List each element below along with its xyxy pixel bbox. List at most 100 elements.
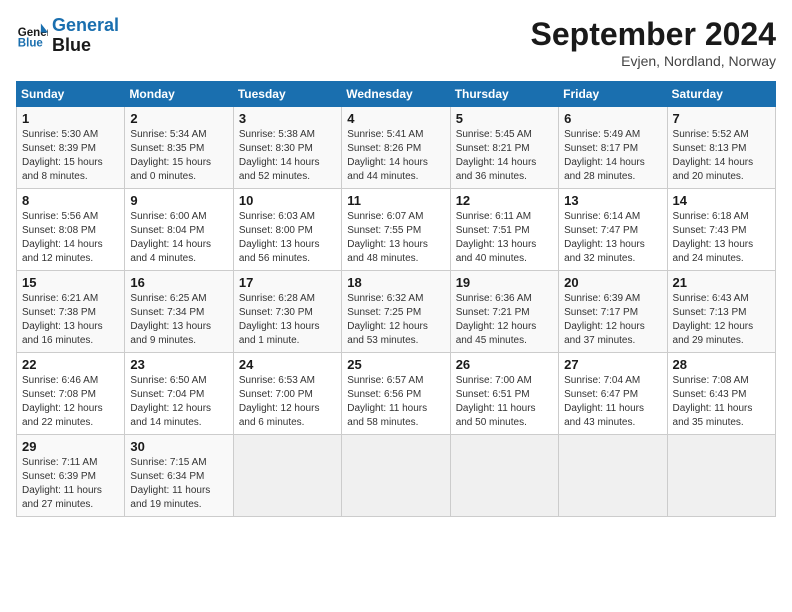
day-number: 25 bbox=[347, 357, 444, 372]
week-row-5: 29 Sunrise: 7:11 AM Sunset: 6:39 PM Dayli… bbox=[17, 435, 776, 517]
page-header: General Blue GeneralBlue September 2024 … bbox=[16, 16, 776, 69]
day-info: Sunrise: 6:03 AM Sunset: 8:00 PM Dayligh… bbox=[239, 210, 336, 266]
day-info: Sunrise: 5:45 AM Sunset: 8:21 PM Dayligh… bbox=[456, 128, 553, 184]
svg-text:Blue: Blue bbox=[18, 37, 44, 49]
day-number: 28 bbox=[673, 357, 770, 372]
day-number: 3 bbox=[239, 111, 336, 126]
day-info: Sunrise: 7:04 AM Sunset: 6:47 PM Dayligh… bbox=[564, 374, 661, 430]
day-cell: 9 Sunrise: 6:00 AM Sunset: 8:04 PM Daylig… bbox=[125, 189, 233, 271]
day-number: 8 bbox=[22, 193, 119, 208]
day-cell: 1 Sunrise: 5:30 AM Sunset: 8:39 PM Daylig… bbox=[17, 107, 125, 189]
day-cell: 19 Sunrise: 6:36 AM Sunset: 7:21 PM Dayli… bbox=[450, 271, 558, 353]
day-number: 26 bbox=[456, 357, 553, 372]
day-number: 16 bbox=[130, 275, 227, 290]
day-number: 24 bbox=[239, 357, 336, 372]
day-cell: 13 Sunrise: 6:14 AM Sunset: 7:47 PM Dayli… bbox=[559, 189, 667, 271]
day-info: Sunrise: 5:34 AM Sunset: 8:35 PM Dayligh… bbox=[130, 128, 227, 184]
day-number: 1 bbox=[22, 111, 119, 126]
day-info: Sunrise: 5:56 AM Sunset: 8:08 PM Dayligh… bbox=[22, 210, 119, 266]
day-cell bbox=[667, 435, 775, 517]
day-info: Sunrise: 5:52 AM Sunset: 8:13 PM Dayligh… bbox=[673, 128, 770, 184]
day-info: Sunrise: 5:30 AM Sunset: 8:39 PM Dayligh… bbox=[22, 128, 119, 184]
day-cell: 22Sunrise: 6:46 AM Sunset: 7:08 PM Dayli… bbox=[17, 353, 125, 435]
day-cell: 3 Sunrise: 5:38 AM Sunset: 8:30 PM Daylig… bbox=[233, 107, 341, 189]
day-info: Sunrise: 6:18 AM Sunset: 7:43 PM Dayligh… bbox=[673, 210, 770, 266]
day-info: Sunrise: 5:49 AM Sunset: 8:17 PM Dayligh… bbox=[564, 128, 661, 184]
col-header-thursday: Thursday bbox=[450, 82, 558, 107]
logo: General Blue GeneralBlue bbox=[16, 16, 119, 56]
day-info: Sunrise: 6:25 AM Sunset: 7:34 PM Dayligh… bbox=[130, 292, 227, 348]
day-info: Sunrise: 5:38 AM Sunset: 8:30 PM Dayligh… bbox=[239, 128, 336, 184]
day-info: Sunrise: 6:43 AM Sunset: 7:13 PM Dayligh… bbox=[673, 292, 770, 348]
day-cell bbox=[450, 435, 558, 517]
day-cell: 14Sunrise: 6:18 AM Sunset: 7:43 PM Dayli… bbox=[667, 189, 775, 271]
day-cell: 10 Sunrise: 6:03 AM Sunset: 8:00 PM Dayli… bbox=[233, 189, 341, 271]
day-number: 9 bbox=[130, 193, 227, 208]
day-cell: 17 Sunrise: 6:28 AM Sunset: 7:30 PM Dayli… bbox=[233, 271, 341, 353]
day-cell: 24Sunrise: 6:53 AM Sunset: 7:00 PM Dayli… bbox=[233, 353, 341, 435]
day-number: 20 bbox=[564, 275, 661, 290]
day-cell: 15 Sunrise: 6:21 AM Sunset: 7:38 PM Dayli… bbox=[17, 271, 125, 353]
day-info: Sunrise: 6:14 AM Sunset: 7:47 PM Dayligh… bbox=[564, 210, 661, 266]
day-cell bbox=[342, 435, 450, 517]
week-row-3: 15 Sunrise: 6:21 AM Sunset: 7:38 PM Dayli… bbox=[17, 271, 776, 353]
day-cell bbox=[559, 435, 667, 517]
day-info: Sunrise: 5:41 AM Sunset: 8:26 PM Dayligh… bbox=[347, 128, 444, 184]
col-header-wednesday: Wednesday bbox=[342, 82, 450, 107]
day-info: Sunrise: 6:21 AM Sunset: 7:38 PM Dayligh… bbox=[22, 292, 119, 348]
day-info: Sunrise: 6:11 AM Sunset: 7:51 PM Dayligh… bbox=[456, 210, 553, 266]
logo-text: GeneralBlue bbox=[52, 16, 119, 56]
day-cell: 4 Sunrise: 5:41 AM Sunset: 8:26 PM Daylig… bbox=[342, 107, 450, 189]
day-cell: 18Sunrise: 6:32 AM Sunset: 7:25 PM Dayli… bbox=[342, 271, 450, 353]
day-number: 15 bbox=[22, 275, 119, 290]
day-cell: 7Sunrise: 5:52 AM Sunset: 8:13 PM Daylig… bbox=[667, 107, 775, 189]
day-number: 29 bbox=[22, 439, 119, 454]
location-subtitle: Evjen, Nordland, Norway bbox=[531, 53, 776, 69]
day-cell: 29 Sunrise: 7:11 AM Sunset: 6:39 PM Dayli… bbox=[17, 435, 125, 517]
col-header-tuesday: Tuesday bbox=[233, 82, 341, 107]
logo-icon: General Blue bbox=[16, 20, 48, 52]
day-info: Sunrise: 6:07 AM Sunset: 7:55 PM Dayligh… bbox=[347, 210, 444, 266]
col-header-saturday: Saturday bbox=[667, 82, 775, 107]
day-number: 10 bbox=[239, 193, 336, 208]
day-cell: 26 Sunrise: 7:00 AM Sunset: 6:51 PM Dayli… bbox=[450, 353, 558, 435]
title-block: September 2024 Evjen, Nordland, Norway bbox=[531, 16, 776, 69]
day-cell: 25 Sunrise: 6:57 AM Sunset: 6:56 PM Dayli… bbox=[342, 353, 450, 435]
day-info: Sunrise: 7:11 AM Sunset: 6:39 PM Dayligh… bbox=[22, 456, 119, 512]
day-info: Sunrise: 6:36 AM Sunset: 7:21 PM Dayligh… bbox=[456, 292, 553, 348]
calendar-header: SundayMondayTuesdayWednesdayThursdayFrid… bbox=[17, 82, 776, 107]
day-info: Sunrise: 7:15 AM Sunset: 6:34 PM Dayligh… bbox=[130, 456, 227, 512]
week-row-1: 1 Sunrise: 5:30 AM Sunset: 8:39 PM Daylig… bbox=[17, 107, 776, 189]
day-info: Sunrise: 6:50 AM Sunset: 7:04 PM Dayligh… bbox=[130, 374, 227, 430]
day-number: 17 bbox=[239, 275, 336, 290]
day-number: 19 bbox=[456, 275, 553, 290]
day-cell: 23Sunrise: 6:50 AM Sunset: 7:04 PM Dayli… bbox=[125, 353, 233, 435]
day-info: Sunrise: 6:00 AM Sunset: 8:04 PM Dayligh… bbox=[130, 210, 227, 266]
day-info: Sunrise: 7:00 AM Sunset: 6:51 PM Dayligh… bbox=[456, 374, 553, 430]
day-cell: 6 Sunrise: 5:49 AM Sunset: 8:17 PM Daylig… bbox=[559, 107, 667, 189]
week-row-4: 22Sunrise: 6:46 AM Sunset: 7:08 PM Dayli… bbox=[17, 353, 776, 435]
col-header-monday: Monday bbox=[125, 82, 233, 107]
day-cell: 12 Sunrise: 6:11 AM Sunset: 7:51 PM Dayli… bbox=[450, 189, 558, 271]
day-info: Sunrise: 6:46 AM Sunset: 7:08 PM Dayligh… bbox=[22, 374, 119, 430]
col-header-friday: Friday bbox=[559, 82, 667, 107]
day-info: Sunrise: 6:57 AM Sunset: 6:56 PM Dayligh… bbox=[347, 374, 444, 430]
day-number: 6 bbox=[564, 111, 661, 126]
day-number: 4 bbox=[347, 111, 444, 126]
day-number: 21 bbox=[673, 275, 770, 290]
month-title: September 2024 bbox=[531, 16, 776, 53]
day-number: 13 bbox=[564, 193, 661, 208]
day-cell: 30Sunrise: 7:15 AM Sunset: 6:34 PM Dayli… bbox=[125, 435, 233, 517]
day-number: 12 bbox=[456, 193, 553, 208]
day-cell: 28 Sunrise: 7:08 AM Sunset: 6:43 PM Dayli… bbox=[667, 353, 775, 435]
day-cell: 27 Sunrise: 7:04 AM Sunset: 6:47 PM Dayli… bbox=[559, 353, 667, 435]
day-number: 27 bbox=[564, 357, 661, 372]
day-info: Sunrise: 6:39 AM Sunset: 7:17 PM Dayligh… bbox=[564, 292, 661, 348]
day-info: Sunrise: 6:28 AM Sunset: 7:30 PM Dayligh… bbox=[239, 292, 336, 348]
day-cell: 20 Sunrise: 6:39 AM Sunset: 7:17 PM Dayli… bbox=[559, 271, 667, 353]
day-number: 11 bbox=[347, 193, 444, 208]
calendar-table: SundayMondayTuesdayWednesdayThursdayFrid… bbox=[16, 81, 776, 517]
day-cell: 5Sunrise: 5:45 AM Sunset: 8:21 PM Daylig… bbox=[450, 107, 558, 189]
week-row-2: 8 Sunrise: 5:56 AM Sunset: 8:08 PM Daylig… bbox=[17, 189, 776, 271]
day-info: Sunrise: 7:08 AM Sunset: 6:43 PM Dayligh… bbox=[673, 374, 770, 430]
